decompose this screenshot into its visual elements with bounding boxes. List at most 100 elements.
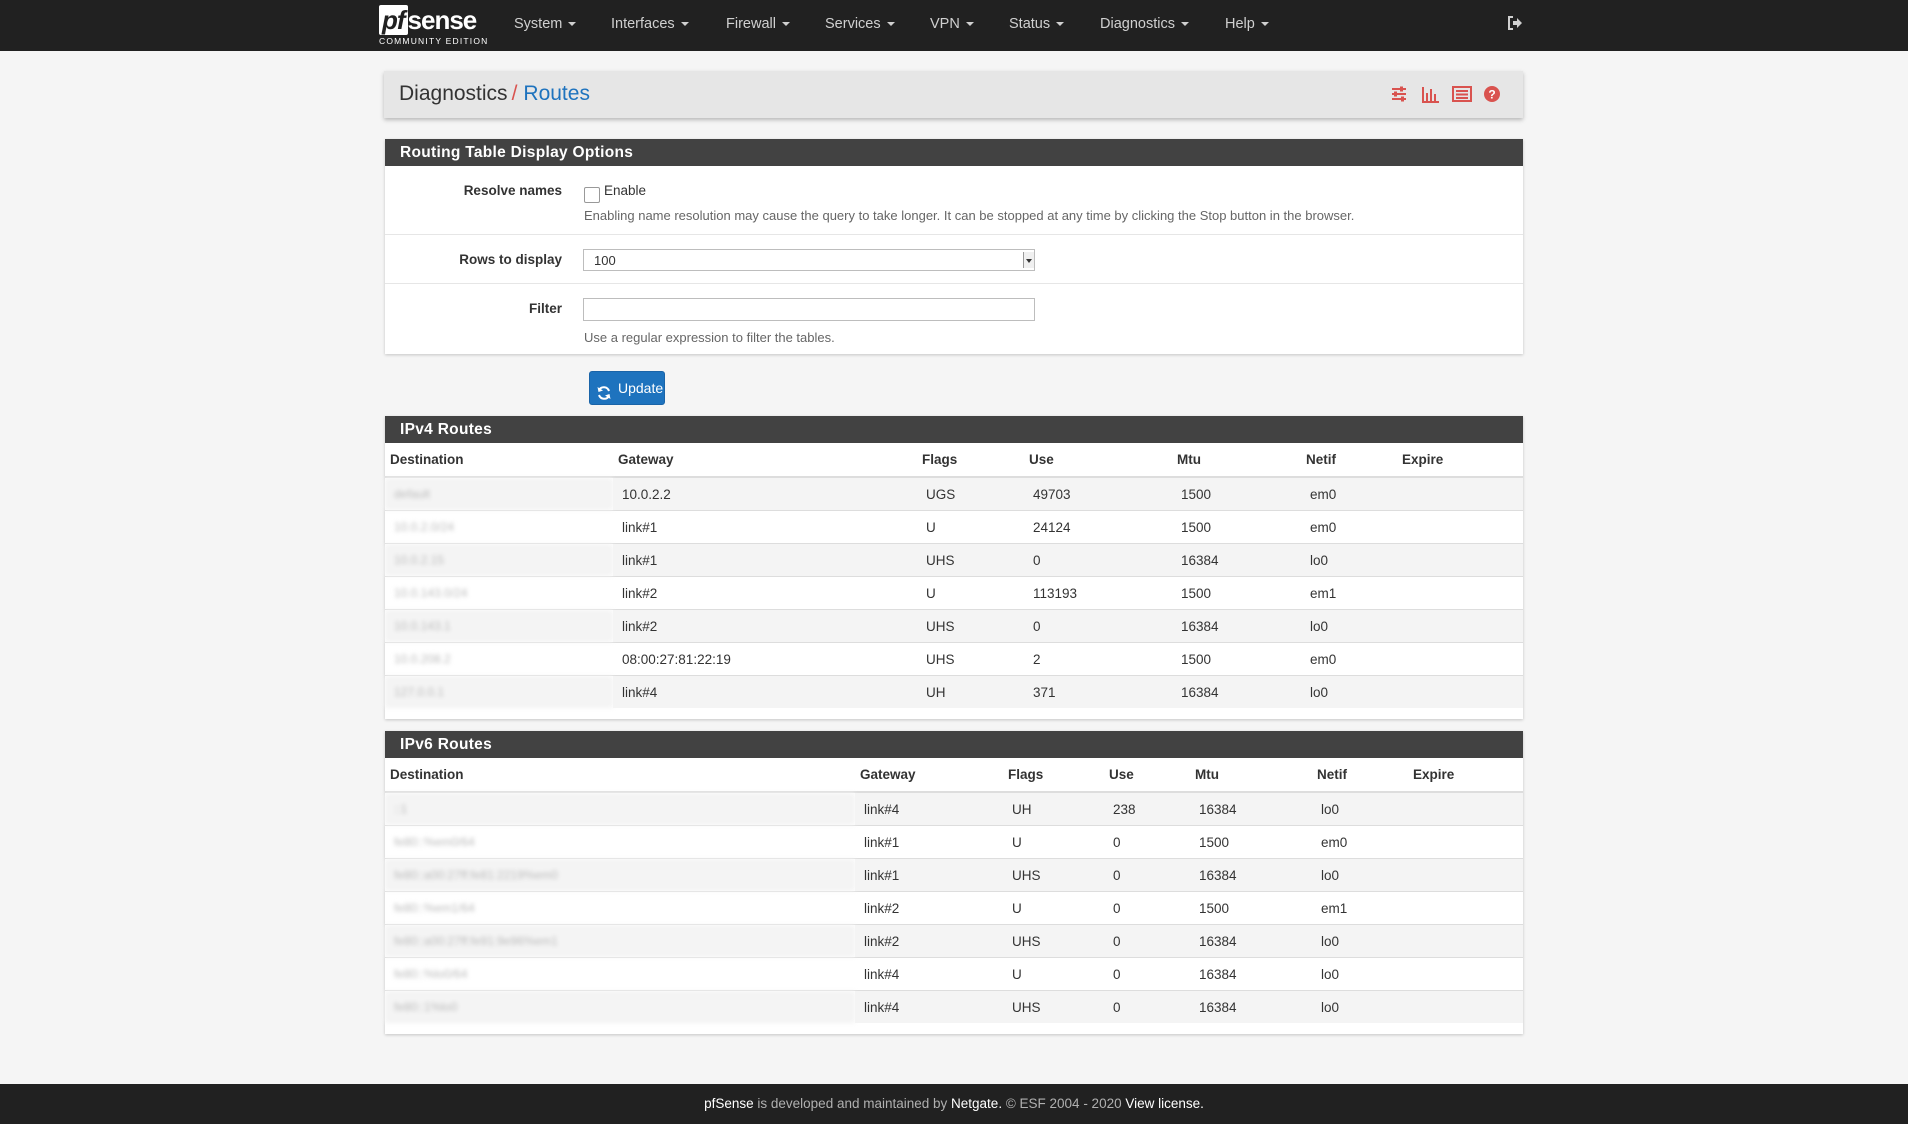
footer-brand: pfSense <box>704 1096 754 1111</box>
cell-gateway: link#2 <box>855 924 1003 958</box>
resolve-names-label: Resolve names <box>463 183 562 198</box>
cell-mtu: 1500 <box>1172 576 1301 610</box>
col-flags: Flags <box>1003 758 1104 793</box>
filter-input[interactable] <box>583 298 1035 321</box>
bar-chart-icon[interactable] <box>1421 85 1440 104</box>
routing-options-title: Routing Table Display Options <box>385 139 1523 166</box>
cell-expire <box>1408 957 1523 991</box>
cell-mtu: 16384 <box>1190 957 1312 991</box>
cell-use: 113193 <box>1024 576 1172 610</box>
cell-netif: em0 <box>1301 510 1397 544</box>
cell-expire <box>1408 858 1523 892</box>
cell-gateway: link#1 <box>613 543 917 577</box>
caret-down-icon <box>965 22 974 27</box>
cell-mtu: 16384 <box>1172 609 1301 643</box>
update-button[interactable]: Update <box>589 371 665 405</box>
table-row: 10.0.143.1 link#2 UHS 0 16384 lo0 <box>385 609 1523 643</box>
table-row: 10.0.2.15 link#1 UHS 0 16384 lo0 <box>385 543 1523 577</box>
cell-gateway: 08:00:27:81:22:19 <box>613 642 917 676</box>
cell-destination: 10.0.2.15 <box>385 543 613 577</box>
nav-status[interactable]: Status <box>1009 0 1065 51</box>
cell-use: 0 <box>1104 924 1190 958</box>
cell-mtu: 16384 <box>1172 543 1301 577</box>
col-use: Use <box>1104 758 1190 793</box>
nav-diagnostics[interactable]: Diagnostics <box>1100 0 1189 51</box>
nav-services[interactable]: Services <box>825 0 895 51</box>
cell-use: 0 <box>1104 990 1190 1023</box>
resolve-names-enable-label[interactable]: Enable <box>604 183 646 198</box>
cell-destination: default <box>385 476 613 511</box>
logo-wordmark: pf sense <box>379 5 478 35</box>
nav-system-label: System <box>514 16 563 32</box>
cell-destination: ::1 <box>385 791 855 826</box>
pfsense-logo[interactable]: pf sense COMMUNITY EDITION <box>379 5 489 47</box>
sliders-icon[interactable] <box>1390 85 1408 103</box>
cell-netif: lo0 <box>1312 791 1408 826</box>
col-mtu: Mtu <box>1172 443 1301 478</box>
cell-destination: 127.0.0.1 <box>385 675 613 708</box>
footer-netgate-link[interactable]: Netgate. <box>951 1096 1002 1111</box>
sign-out-icon[interactable] <box>1506 14 1524 32</box>
breadcrumb: Diagnostics / Routes <box>399 82 590 106</box>
footer-text1: is developed and maintained by <box>753 1096 952 1111</box>
ipv4-header-row: Destination Gateway Flags Use Mtu Netif … <box>385 443 1523 478</box>
nav-interfaces[interactable]: Interfaces <box>611 0 689 51</box>
cell-mtu: 1500 <box>1190 891 1312 925</box>
cell-use: 0 <box>1024 609 1172 643</box>
cell-use: 371 <box>1024 675 1172 708</box>
question-circle-icon[interactable]: ? <box>1483 85 1501 103</box>
cell-use: 238 <box>1104 791 1190 826</box>
cell-gateway: 10.0.2.2 <box>613 476 917 511</box>
col-gateway: Gateway <box>855 758 1003 793</box>
cell-flags: U <box>1003 825 1104 859</box>
cell-destination: fe80::%lo0/64 <box>385 957 855 991</box>
cell-expire <box>1408 990 1523 1023</box>
nav-status-label: Status <box>1009 16 1051 32</box>
cell-mtu: 16384 <box>1190 858 1312 892</box>
cell-destination: fe80::a00:27ff:fe81:2219%em0 <box>385 858 855 892</box>
cell-expire <box>1397 576 1523 610</box>
cell-flags: U <box>1003 957 1104 991</box>
ipv4-routes-panel: IPv4 Routes Destination Gateway Flags Us… <box>385 416 1523 719</box>
cell-use: 24124 <box>1024 510 1172 544</box>
rows-to-display-label: Rows to display <box>459 252 562 267</box>
ipv4-table-body: default 10.0.2.2 UGS 49703 1500 em0 10.0.2.0/2… <box>385 476 1523 708</box>
rows-to-display-select[interactable]: 100 <box>583 249 1035 271</box>
caret-down-icon <box>1260 22 1269 27</box>
nav-firewall[interactable]: Firewall <box>726 0 790 51</box>
cell-destination: fe80::%em0/64 <box>385 825 855 859</box>
list-alt-icon[interactable] <box>1452 85 1473 103</box>
logo-edition: COMMUNITY EDITION <box>379 36 489 46</box>
nav-system[interactable]: System <box>514 0 577 51</box>
cell-expire <box>1397 510 1523 544</box>
caret-down-icon <box>568 22 577 27</box>
table-row: 10.0.2.0/24 link#1 U 24124 1500 em0 <box>385 510 1523 544</box>
cell-use: 0 <box>1104 825 1190 859</box>
table-row: 10.0.208.2 08:00:27:81:22:19 UHS 2 1500 em0 <box>385 642 1523 676</box>
cell-flags: UHS <box>917 642 1024 676</box>
cell-netif: lo0 <box>1301 609 1397 643</box>
cell-flags: U <box>917 510 1024 544</box>
nav-diagnostics-label: Diagnostics <box>1100 16 1175 32</box>
cell-use: 2 <box>1024 642 1172 676</box>
footer-license-link[interactable]: View license. <box>1125 1096 1204 1111</box>
cell-netif: lo0 <box>1312 924 1408 958</box>
caret-down-icon <box>1056 22 1065 27</box>
nav-help[interactable]: Help <box>1225 0 1269 51</box>
col-flags: Flags <box>917 443 1024 478</box>
cell-gateway: link#1 <box>855 858 1003 892</box>
breadcrumb-routes[interactable]: Routes <box>523 82 590 105</box>
refresh-icon <box>596 380 612 400</box>
table-row: fe80::%lo0/64 link#4 U 0 16384 lo0 <box>385 957 1523 991</box>
cell-gateway: link#1 <box>855 825 1003 859</box>
cell-gateway: link#4 <box>855 990 1003 1023</box>
cell-mtu: 1500 <box>1172 476 1301 511</box>
cell-expire <box>1397 675 1523 708</box>
logo-brand: sense <box>407 5 478 35</box>
cell-netif: lo0 <box>1312 858 1408 892</box>
cell-flags: UHS <box>1003 990 1104 1023</box>
resolve-names-checkbox[interactable] <box>584 187 600 203</box>
nav-vpn[interactable]: VPN <box>930 0 974 51</box>
cell-mtu: 1500 <box>1172 510 1301 544</box>
col-netif: Netif <box>1312 758 1408 793</box>
